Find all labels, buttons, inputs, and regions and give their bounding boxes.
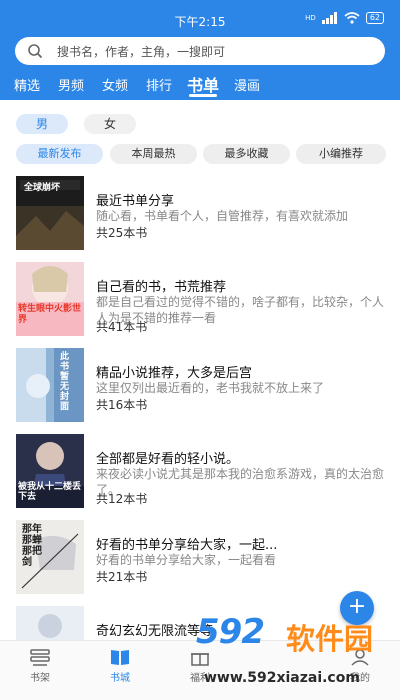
search-placeholder: 搜书名，作者，主角，一搜即可: [57, 45, 226, 59]
booklist-count: 共41本书: [96, 320, 148, 334]
search-bar[interactable]: 搜书名，作者，主角，一搜即可: [15, 37, 385, 65]
sort-editor-picks[interactable]: 小编推荐: [296, 144, 386, 164]
booklist-title: 自己看的书，书荒推荐: [96, 280, 227, 295]
booklist-title: 全部都是好看的轻小说。: [96, 452, 240, 467]
book-cover: 那年那蝉那把剑: [16, 520, 84, 594]
tab-booklist[interactable]: 书单: [187, 72, 219, 96]
book-cover: 此书暂无封面: [16, 348, 84, 422]
hd-label: HD: [305, 14, 316, 22]
booklist-count: 共25本书: [96, 226, 148, 240]
wifi-icon: [344, 12, 360, 24]
book-cover: 被我从十二楼丢下去: [16, 434, 84, 508]
tab-bookshelf[interactable]: 书架: [10, 647, 70, 684]
booklist-count: 共21本书: [96, 570, 148, 584]
book-cover: [16, 606, 84, 642]
tab-male[interactable]: 男频: [58, 75, 84, 94]
filter-female[interactable]: 女: [84, 114, 136, 134]
signal-icon: [321, 12, 338, 24]
sort-weekly-hot[interactable]: 本周最热: [110, 144, 197, 164]
filter-male[interactable]: 男: [16, 114, 68, 134]
app-header: 下午2:15 HD 62 搜书名，作者，主角，一搜即可 精选 男频 女频 排行 …: [0, 0, 400, 100]
tab-female[interactable]: 女频: [102, 75, 128, 94]
status-bar: 下午2:15 HD 62: [0, 0, 400, 40]
tab-bookshelf-label: 书架: [30, 673, 50, 684]
booklist-item[interactable]: 那年那蝉那把剑 好看的书单分享给大家，一起... 好看的书单分享给大家，一起看看…: [0, 516, 400, 596]
booklist-title: 精品小说推荐，大多是后宫: [96, 366, 253, 381]
tab-ranking[interactable]: 排行: [146, 75, 172, 94]
booklist-desc: 好看的书单分享给大家，一起看看: [96, 553, 277, 567]
battery-icon: 62: [365, 12, 384, 24]
booklist-count: 共12本书: [96, 492, 148, 506]
search-icon: [28, 44, 43, 59]
book-cover: 全球崩坏: [16, 176, 84, 250]
watermark-url: www.592xiazai.com: [204, 670, 360, 686]
book-cover: 转生眼中火影世界: [16, 262, 84, 336]
booklist-item[interactable]: 全球崩坏 最近书单分享 随心看，书单看个人，自管推荐，有喜欢就添加 共25本书: [0, 172, 400, 252]
tab-bookstore[interactable]: 书城: [90, 647, 150, 684]
tab-featured[interactable]: 精选: [14, 75, 40, 94]
sort-newest[interactable]: 最新发布: [16, 144, 103, 164]
booklist-count: 共16本书: [96, 398, 148, 412]
site-watermark: 592 软件园 www.592xiazai.com: [196, 612, 396, 694]
watermark-logo-number: 592: [196, 612, 265, 652]
watermark-logo-text: 软件园: [286, 622, 374, 656]
book-icon: [111, 650, 129, 665]
tab-bookstore-label: 书城: [110, 673, 130, 684]
active-tab-indicator: [189, 94, 217, 97]
booklist-item[interactable]: 此书暂无封面 精品小说推荐，大多是后宫 这里仅列出最近看的，老书我就不放上来了 …: [0, 344, 400, 424]
booklist-desc: 这里仅列出最近看的，老书我就不放上来了: [96, 381, 325, 395]
booklist-item[interactable]: 转生眼中火影世界 自己看的书，书荒推荐 都是自己看过的觉得不错的，啥子都有，比较…: [0, 258, 400, 338]
sort-most-favorites[interactable]: 最多收藏: [203, 144, 290, 164]
bookshelf-icon: [30, 649, 50, 666]
booklist-item[interactable]: 被我从十二楼丢下去 全部都是好看的轻小说。 来夜必读小说尤其是那本我的治愈系游戏…: [0, 430, 400, 510]
booklist-desc: 随心看，书单看个人，自管推荐，有喜欢就添加: [96, 209, 349, 223]
status-icons: HD 62: [305, 12, 384, 24]
tab-comics[interactable]: 漫画: [234, 75, 260, 94]
booklist-title: 最近书单分享: [96, 194, 175, 209]
booklist-title: 好看的书单分享给大家，一起...: [96, 538, 278, 553]
